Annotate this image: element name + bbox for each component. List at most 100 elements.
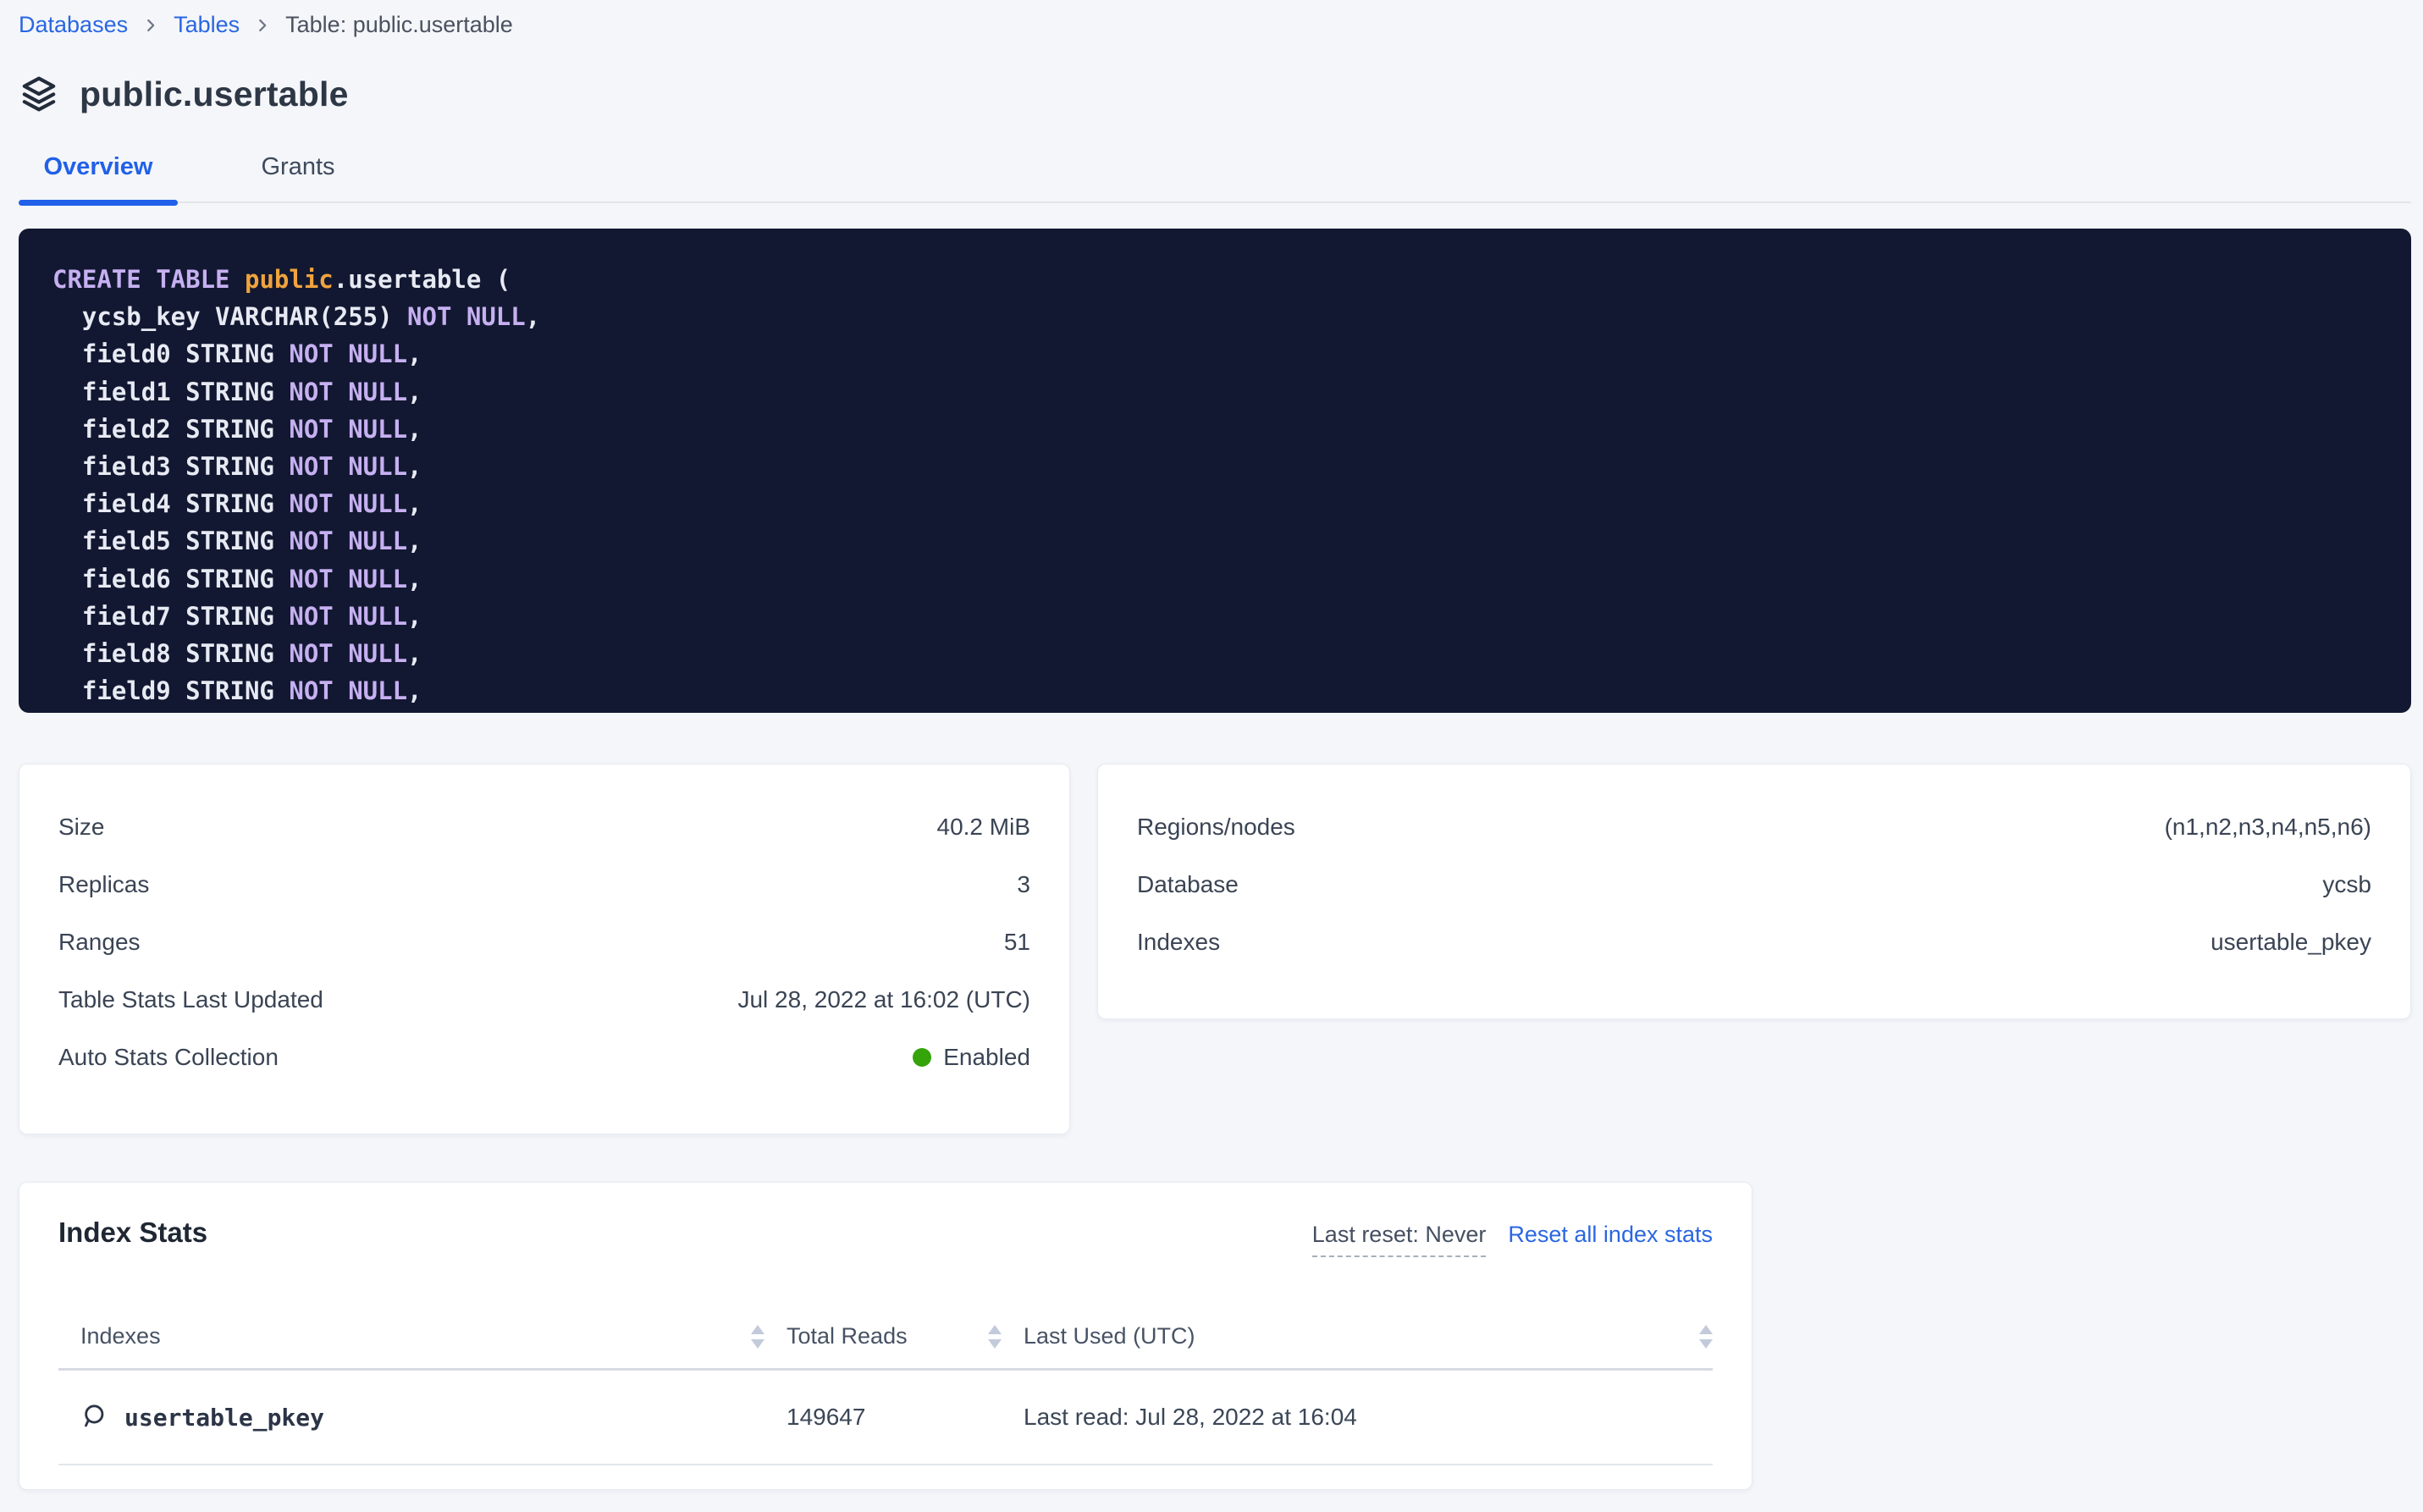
sql-line: field0 STRING NOT NULL, <box>52 335 2377 372</box>
sort-arrows-icon[interactable] <box>1699 1325 1713 1349</box>
stat-value: 40.2 MiB <box>937 814 1031 841</box>
index-table-header: Indexes Total Reads Last Used (UTC) <box>58 1305 1713 1371</box>
stat-row-replicas: Replicas 3 <box>58 856 1030 913</box>
sql-token-plain: .usertable ( <box>334 265 511 294</box>
sql-token-kw: NOT NULL <box>289 527 407 555</box>
sql-token-plain: field9 STRING <box>52 676 289 705</box>
chevron-right-icon <box>253 16 272 35</box>
stat-value: 3 <box>1017 871 1030 898</box>
sql-token-plain: field1 STRING <box>52 378 289 406</box>
stat-row-database: Database ycsb <box>1137 856 2371 913</box>
sql-token-kw: NOT NULL <box>289 415 407 444</box>
reset-all-index-stats-link[interactable]: Reset all index stats <box>1508 1222 1713 1248</box>
index-stats-header: Index Stats Last reset: Never Reset all … <box>58 1217 1713 1257</box>
sql-token-schema: public <box>245 265 334 294</box>
sql-token-kw: NOT NULL <box>289 639 407 668</box>
status-dot-green <box>913 1048 931 1067</box>
tab-bar: Overview Grants <box>19 153 2411 203</box>
column-label: Last Used (UTC) <box>1024 1323 1195 1349</box>
table-stats-card: Size 40.2 MiB Replicas 3 Ranges 51 Table… <box>19 764 1070 1134</box>
index-stats-card: Index Stats Last reset: Never Reset all … <box>19 1182 1752 1490</box>
sql-line: field3 STRING NOT NULL, <box>52 448 2377 485</box>
stat-label: Regions/nodes <box>1137 814 1295 841</box>
sql-token-plain: , <box>407 415 422 444</box>
stat-label: Auto Stats Collection <box>58 1044 279 1071</box>
sql-line: field8 STRING NOT NULL, <box>52 635 2377 672</box>
sql-token-plain: , <box>407 339 422 368</box>
magnifier-icon <box>80 1403 109 1432</box>
stat-label: Size <box>58 814 104 841</box>
page-header: public.usertable <box>19 74 2423 114</box>
table-details-page: { "breadcrumb": { "items": [ { "label": … <box>0 0 2423 1512</box>
tab-overview[interactable]: Overview <box>19 153 178 201</box>
sql-token-plain: , <box>407 527 422 555</box>
stat-row-stats-updated: Table Stats Last Updated Jul 28, 2022 at… <box>58 971 1030 1029</box>
sql-token-plain: , <box>526 302 540 331</box>
breadcrumb-link-tables[interactable]: Tables <box>174 12 240 38</box>
sql-token-plain: , <box>407 452 422 481</box>
sql-token-plain: , <box>407 378 422 406</box>
stat-value: 51 <box>1004 929 1030 956</box>
page-title: public.usertable <box>80 74 349 114</box>
sql-token-kw: NOT NULL <box>289 339 407 368</box>
stat-label: Ranges <box>58 929 141 956</box>
stat-label: Table Stats Last Updated <box>58 986 323 1013</box>
sql-token-plain: , <box>407 565 422 593</box>
sql-token-kw: NOT NULL <box>289 676 407 705</box>
sql-token-plain: field0 STRING <box>52 339 289 368</box>
summary-cards: Size 40.2 MiB Replicas 3 Ranges 51 Table… <box>19 764 2411 1134</box>
sql-token-plain: , <box>407 676 422 705</box>
sql-token-plain: field3 STRING <box>52 452 289 481</box>
sql-token-plain: field6 STRING <box>52 565 289 593</box>
total-reads-cell: 149647 <box>764 1404 1002 1431</box>
sort-arrows-icon[interactable] <box>988 1325 1002 1349</box>
sql-token-plain: field5 STRING <box>52 527 289 555</box>
sql-line: CREATE TABLE public.usertable ( <box>52 261 2377 298</box>
sql-token-plain: ycsb_key VARCHAR(255) <box>52 302 407 331</box>
index-stats-title: Index Stats <box>58 1217 207 1249</box>
index-name-cell[interactable]: usertable_pkey <box>58 1403 764 1432</box>
sql-line: field2 STRING NOT NULL, <box>52 411 2377 448</box>
stack-icon <box>19 74 59 114</box>
last-reset-label: Last reset: Never <box>1312 1222 1487 1257</box>
breadcrumb-current: Table: public.usertable <box>285 12 513 38</box>
stat-value: Jul 28, 2022 at 16:02 (UTC) <box>737 986 1030 1013</box>
breadcrumb-link-databases[interactable]: Databases <box>19 12 128 38</box>
index-name[interactable]: usertable_pkey <box>124 1404 324 1432</box>
stat-row-size: Size 40.2 MiB <box>58 798 1030 856</box>
sql-token-plain: field8 STRING <box>52 639 289 668</box>
column-header-last-used[interactable]: Last Used (UTC) <box>1002 1323 1713 1349</box>
sql-line: ycsb_key VARCHAR(255) NOT NULL, <box>52 298 2377 335</box>
status-text: Enabled <box>943 1044 1030 1071</box>
sql-line: field6 STRING NOT NULL, <box>52 560 2377 598</box>
sql-token-kw: CREATE TABLE <box>52 265 245 294</box>
table-info-card: Regions/nodes (n1,n2,n3,n4,n5,n6) Databa… <box>1097 764 2411 1019</box>
sql-token-kw: NOT NULL <box>289 489 407 518</box>
stat-value: Enabled <box>913 1044 1030 1071</box>
stat-value: (n1,n2,n3,n4,n5,n6) <box>2165 814 2371 841</box>
column-header-indexes[interactable]: Indexes <box>58 1323 764 1349</box>
stat-row-indexes: Indexes usertable_pkey <box>1137 913 2371 971</box>
tab-grants[interactable]: Grants <box>247 153 349 201</box>
sql-token-kw: NOT NULL <box>289 602 407 631</box>
last-used-cell: Last read: Jul 28, 2022 at 16:04 <box>1002 1404 1713 1431</box>
stat-value: ycsb <box>2322 871 2371 898</box>
stat-label: Database <box>1137 871 1239 898</box>
sql-token-plain: field2 STRING <box>52 415 289 444</box>
stat-row-regions: Regions/nodes (n1,n2,n3,n4,n5,n6) <box>1137 798 2371 856</box>
sql-token-kw: NOT NULL <box>289 565 407 593</box>
stat-value: usertable_pkey <box>2211 929 2371 956</box>
sql-token-plain: field7 STRING <box>52 602 289 631</box>
sort-arrows-icon[interactable] <box>751 1325 764 1349</box>
column-label: Indexes <box>80 1323 161 1349</box>
sql-token-kw: NOT NULL <box>407 302 526 331</box>
stat-row-auto-stats: Auto Stats Collection Enabled <box>58 1029 1030 1086</box>
sql-token-kw: NOT NULL <box>289 452 407 481</box>
sql-token-kw: NOT NULL <box>289 378 407 406</box>
column-label: Total Reads <box>787 1323 908 1349</box>
sql-token-plain: field4 STRING <box>52 489 289 518</box>
index-stats-actions: Last reset: Never Reset all index stats <box>1312 1222 1713 1257</box>
stat-row-ranges: Ranges 51 <box>58 913 1030 971</box>
sql-line: field4 STRING NOT NULL, <box>52 485 2377 522</box>
column-header-total-reads[interactable]: Total Reads <box>764 1323 1002 1349</box>
